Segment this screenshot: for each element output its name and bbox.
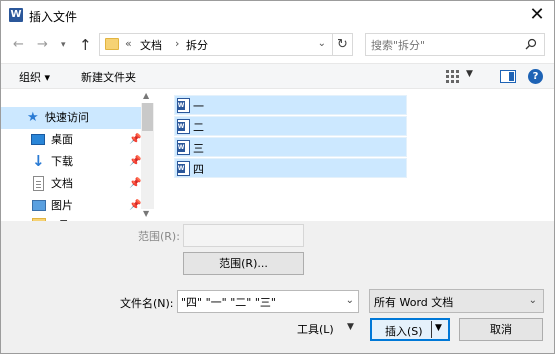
- breadcrumb-overflow[interactable]: «: [125, 37, 132, 50]
- cancel-button[interactable]: 取消: [459, 318, 543, 341]
- nav-item-label: 文档: [51, 177, 73, 190]
- new-folder-button[interactable]: 新建文件夹: [81, 69, 136, 85]
- nav-item-desktop[interactable]: 桌面 📌: [1, 129, 141, 151]
- dialog-footer: 范围(R): 范围(R)... 文件名(N): ⌄ 所有 Word 文档 ⌄ 工…: [1, 221, 554, 353]
- chevron-down-icon: ⌄: [528, 295, 537, 306]
- word-doc-icon: [177, 98, 190, 113]
- pin-icon[interactable]: 📌: [129, 151, 141, 173]
- nav-item-label: 桌面: [51, 133, 73, 146]
- search-input[interactable]: [371, 38, 516, 52]
- file-list: 一 二 三 四: [156, 91, 554, 221]
- nav-item-label: 图片: [51, 199, 73, 212]
- word-doc-icon: [177, 140, 190, 155]
- pin-icon[interactable]: 📌: [129, 195, 141, 217]
- scroll-thumb[interactable]: [142, 103, 153, 131]
- scroll-down-icon[interactable]: ▼: [143, 209, 149, 218]
- filename-input[interactable]: [181, 294, 331, 309]
- pin-icon[interactable]: 📌: [129, 129, 141, 151]
- nav-item-pictures[interactable]: 图片 📌: [1, 195, 141, 217]
- desktop-icon: [31, 134, 45, 145]
- insert-file-dialog: W 插入文件 ✕ ← → ▾ ↑ « 文档 › 拆分 ⌄ ↻ 组织 ▾ 新建文件…: [0, 0, 555, 354]
- scope-label: 范围(R):: [138, 230, 180, 243]
- recent-locations-icon[interactable]: ▾: [61, 36, 66, 54]
- word-doc-icon: [177, 161, 190, 176]
- view-dropdown-icon[interactable]: ▼: [466, 69, 473, 79]
- scope-button[interactable]: 范围(R)...: [183, 252, 304, 275]
- nav-item-documents[interactable]: 文档 📌: [1, 173, 141, 195]
- navigation-scrollbar[interactable]: ▲ ▼: [141, 91, 154, 221]
- file-name: 四: [193, 163, 204, 176]
- tools-button[interactable]: 工具(L): [297, 321, 334, 337]
- word-doc-icon: [177, 119, 190, 134]
- preview-pane-icon[interactable]: [500, 70, 516, 83]
- insert-button[interactable]: 插入(S) ▼: [370, 318, 450, 341]
- help-icon[interactable]: ?: [528, 69, 543, 84]
- documents-icon: [33, 176, 44, 191]
- nav-item-label: 下载: [51, 155, 73, 168]
- title-bar: W 插入文件 ✕: [1, 1, 554, 31]
- filename-combobox[interactable]: ⌄: [177, 290, 359, 313]
- pictures-icon: [32, 200, 46, 211]
- scope-field: [183, 224, 304, 247]
- navigation-pane: ★ 快速访问 桌面 📌 ↓ 下载 📌 文档 📌 图片 📌 2月: [1, 91, 154, 221]
- filename-label: 文件名(N):: [120, 297, 174, 310]
- refresh-button[interactable]: ↻: [333, 33, 353, 56]
- scroll-up-icon[interactable]: ▲: [143, 91, 149, 100]
- breadcrumb-split[interactable]: 拆分: [186, 37, 208, 53]
- file-name: 一: [193, 100, 204, 113]
- file-name: 三: [193, 142, 204, 155]
- search-icon[interactable]: [525, 38, 537, 50]
- refresh-icon: ↻: [337, 37, 348, 52]
- command-bar: 组织 ▾ 新建文件夹 ▼ ?: [1, 63, 554, 89]
- file-item[interactable]: 二: [174, 116, 407, 136]
- up-arrow-icon[interactable]: ↑: [79, 36, 92, 54]
- file-item[interactable]: 三: [174, 137, 407, 157]
- file-item[interactable]: 四: [174, 158, 407, 178]
- view-options-icon[interactable]: [446, 70, 460, 83]
- nav-item-downloads[interactable]: ↓ 下载 📌: [1, 151, 141, 173]
- insert-label: 插入(S): [385, 325, 423, 338]
- folder-icon: [105, 38, 119, 50]
- close-button[interactable]: ✕: [526, 5, 548, 27]
- file-name: 二: [193, 121, 204, 134]
- word-icon: W: [9, 8, 23, 22]
- forward-arrow-icon[interactable]: →: [37, 36, 48, 54]
- tools-dropdown-icon[interactable]: ▼: [347, 322, 354, 332]
- split-divider: [431, 321, 432, 338]
- insert-dropdown-icon[interactable]: ▼: [435, 323, 442, 333]
- pin-icon[interactable]: 📌: [129, 173, 141, 195]
- address-bar[interactable]: « 文档 › 拆分 ⌄: [99, 33, 333, 56]
- nav-item-quick-access[interactable]: ★ 快速访问: [1, 107, 141, 129]
- filetype-value: 所有 Word 文档: [374, 296, 454, 309]
- back-arrow-icon[interactable]: ←: [13, 36, 24, 54]
- chevron-down-icon[interactable]: ⌄: [318, 38, 326, 49]
- search-box[interactable]: [365, 33, 545, 56]
- organize-button[interactable]: 组织 ▾: [19, 69, 50, 85]
- nav-item-label: 快速访问: [45, 111, 89, 124]
- breadcrumb-documents[interactable]: 文档: [140, 37, 162, 53]
- file-item[interactable]: 一: [174, 95, 407, 115]
- star-icon: ★: [27, 110, 39, 125]
- breadcrumb-separator[interactable]: ›: [175, 37, 179, 50]
- filetype-select[interactable]: 所有 Word 文档 ⌄: [369, 289, 544, 313]
- window-title: 插入文件: [29, 10, 78, 24]
- chevron-down-icon[interactable]: ⌄: [346, 295, 354, 306]
- download-icon: ↓: [32, 152, 45, 170]
